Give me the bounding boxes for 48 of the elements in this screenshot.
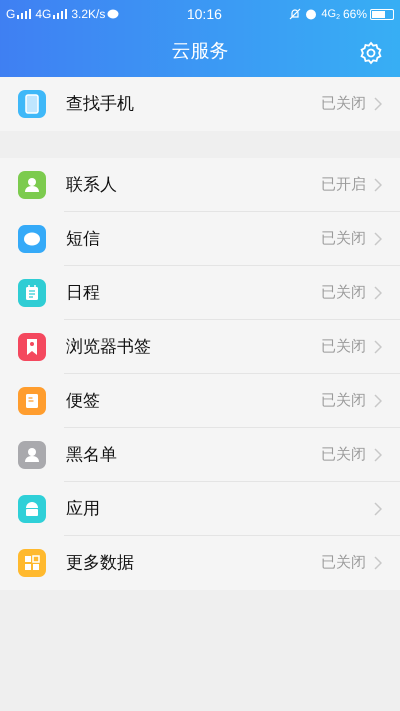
list-item[interactable]: 便签 已关闭 (0, 374, 400, 428)
chevron-icon (374, 394, 382, 408)
chevron-icon (374, 286, 382, 300)
item-label: 便签 (66, 390, 101, 412)
page-title: 云服务 (172, 40, 228, 64)
status-text: 已关闭 (321, 94, 366, 114)
status-text: 已关闭 (321, 552, 366, 573)
battery-icon (370, 8, 394, 20)
chat-bubble-icon (107, 9, 120, 19)
chevron-icon (374, 340, 382, 354)
item-label: 浏览器书签 (66, 336, 152, 358)
network-type: 4G$_{2}$ (321, 6, 340, 22)
item-label: 更多数据 (66, 552, 135, 574)
battery-percent: 66% (342, 6, 367, 23)
status-text: 已关闭 (321, 228, 366, 249)
chevron-icon (374, 178, 382, 192)
list-item[interactable]: 黑名单 已关闭 (0, 428, 400, 482)
list-item[interactable]: 浏览器书签 已关闭 (0, 320, 400, 374)
bell-off-icon (289, 8, 302, 20)
list-item[interactable]: 联系人 已开启 (0, 158, 400, 212)
sim-label: 4G (35, 6, 52, 23)
signal-icon (53, 9, 68, 19)
settings-icon[interactable] (359, 40, 383, 64)
clock-time: 10:16 (186, 4, 222, 24)
chevron-icon (374, 556, 382, 570)
status-text: 已关闭 (321, 390, 366, 411)
item-label: 应用 (66, 498, 101, 520)
list-item[interactable]: 短信 已关闭 (0, 212, 400, 266)
list-item[interactable]: 更多数据 已关闭 (0, 536, 400, 590)
list-item[interactable]: 查找手机 已关闭 (0, 77, 400, 131)
status-text: 已关闭 (321, 336, 366, 357)
chevron-icon (374, 448, 382, 462)
status-text: 已关闭 (321, 444, 366, 465)
item-label: 短信 (66, 228, 101, 250)
list-item[interactable]: 日程 已关闭 (0, 266, 400, 320)
status-text: 已关闭 (321, 282, 366, 303)
item-label: 日程 (66, 282, 101, 304)
network-speed: 3.2K/s (71, 6, 106, 23)
chevron-icon (374, 502, 382, 516)
signal-icon (17, 9, 32, 19)
item-label: 查找手机 (66, 93, 135, 116)
chevron-icon (374, 97, 382, 111)
sim-label: G (6, 6, 16, 23)
status-text: 已开启 (321, 174, 366, 195)
list-item[interactable]: 应用 (0, 482, 400, 536)
item-label: 黑名单 (66, 444, 118, 466)
chevron-icon (374, 232, 382, 246)
item-label: 联系人 (66, 174, 118, 196)
